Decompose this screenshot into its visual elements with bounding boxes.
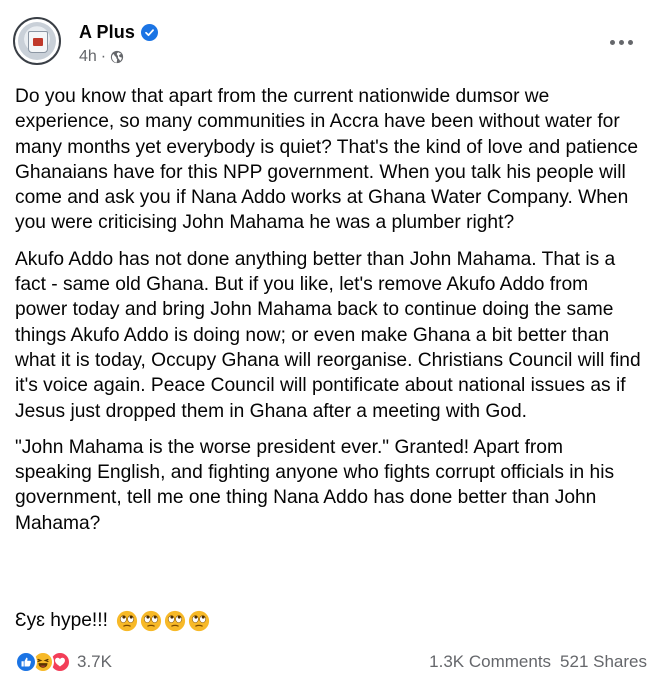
comments-count-link[interactable]: 1.3K Comments: [429, 652, 551, 672]
page-name-link[interactable]: A Plus: [79, 22, 135, 43]
face-with-rolling-eyes-icon: [164, 610, 186, 632]
post-footer: 3.7K 1.3K Comments 521 Shares: [15, 648, 647, 676]
face-with-rolling-eyes-icon: [116, 610, 138, 632]
face-with-rolling-eyes-icon: [140, 610, 162, 632]
post-paragraph: Akufo Addo has not done anything better …: [15, 248, 641, 422]
post-paragraph: Do you know that apart from the current …: [15, 86, 639, 234]
post-timestamp-link[interactable]: 4h: [79, 48, 97, 66]
avatar[interactable]: [13, 17, 61, 65]
face-with-rolling-eyes-icon: [188, 610, 210, 632]
post-closing-line: Ɛyɛ hype!!!: [15, 610, 210, 632]
verified-badge-icon: [140, 23, 158, 41]
more-dot-icon: [618, 39, 624, 45]
reaction-count[interactable]: 3.7K: [77, 652, 112, 672]
avatar-cup-icon: [28, 31, 48, 53]
post-header: A Plus: [79, 20, 158, 44]
meta-separator: ·: [100, 48, 107, 65]
post-stats: 1.3K Comments 521 Shares: [429, 652, 647, 672]
more-dot-icon: [609, 39, 615, 45]
globe-icon[interactable]: [110, 50, 124, 64]
more-dot-icon: [627, 39, 633, 45]
post-paragraph: "John Mahama is the worse president ever…: [15, 436, 615, 534]
reactions-summary[interactable]: 3.7K: [15, 651, 112, 673]
closing-text: Ɛyɛ hype!!!: [15, 610, 108, 631]
shares-count-link[interactable]: 521 Shares: [560, 652, 647, 672]
like-icon: [15, 651, 37, 673]
post-meta: 4h ·: [79, 47, 124, 67]
post-card: A Plus 4h · Do you know that apart from …: [0, 0, 659, 686]
post-text: Do you know that apart from the current …: [15, 84, 645, 547]
more-options-button[interactable]: [603, 28, 639, 56]
